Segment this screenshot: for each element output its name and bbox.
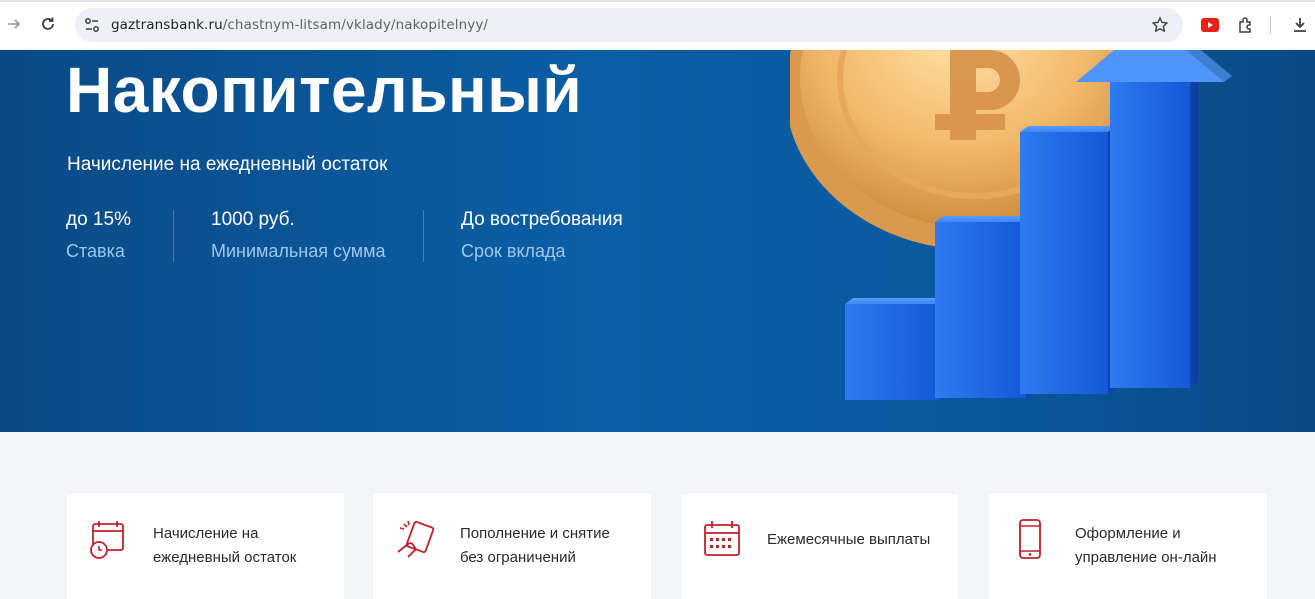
feature-card-daily-interest: Начисление на ежедневный остаток xyxy=(67,494,344,599)
address-bar[interactable]: gaztransbank.ru/chastnym-litsam/vklady/n… xyxy=(75,8,1183,42)
browser-toolbar: gaztransbank.ru/chastnym-litsam/vklady/n… xyxy=(0,0,1315,51)
stat-term-value: До востребования xyxy=(461,209,623,230)
feature-text: Ежемесячные выплаты xyxy=(767,528,947,552)
hero-subtitle: Начисление на ежедневный остаток xyxy=(67,154,388,175)
feature-line: без ограничений xyxy=(460,549,576,566)
puzzle-icon xyxy=(1239,17,1251,33)
growth-bar xyxy=(845,298,948,400)
url-path: /chastnym-litsam/vklady/nakopitelnyy/ xyxy=(222,17,489,33)
reload-button[interactable] xyxy=(34,10,62,38)
feature-card-online: Оформление и управление он-лайн xyxy=(989,494,1266,599)
feature-card-deposit-withdraw: Пополнение и снятие без ограничений xyxy=(374,494,651,599)
feature-text: Начисление на ежедневный остаток xyxy=(153,522,333,570)
stat-min-amount-label: Минимальная сумма xyxy=(211,241,386,261)
feature-line: Ежемесячные выплаты xyxy=(767,531,931,548)
feature-text: Оформление и управление он-лайн xyxy=(1075,522,1255,570)
stat-term: До востребования Срок вклада xyxy=(461,208,623,264)
calendar-clock-icon xyxy=(90,521,124,559)
youtube-icon xyxy=(1201,18,1219,32)
stat-rate-value: до 15% xyxy=(66,209,131,230)
arrow-right-icon xyxy=(8,19,21,29)
youtube-extension-button[interactable] xyxy=(1198,13,1222,37)
url-text[interactable]: gaztransbank.ru/chastnym-litsam/vklady/n… xyxy=(111,17,488,33)
reload-icon xyxy=(42,17,54,30)
growth-bar xyxy=(1020,126,1116,394)
downloads-button[interactable] xyxy=(1288,13,1312,37)
feature-text: Пополнение и снятие без ограничений xyxy=(460,522,640,570)
growth-bar xyxy=(935,216,1034,398)
calendar-icon xyxy=(704,521,740,556)
hand-card-icon xyxy=(397,520,435,558)
stat-rate-label: Ставка xyxy=(66,241,125,261)
site-settings-icon[interactable] xyxy=(83,16,101,34)
feature-line: Оформление и xyxy=(1075,525,1181,542)
page-title: Накопительный xyxy=(66,54,583,126)
stat-divider xyxy=(173,210,174,262)
feature-line: Пополнение и снятие xyxy=(460,525,610,542)
extensions-button[interactable] xyxy=(1234,13,1258,37)
forward-button[interactable] xyxy=(0,10,28,38)
download-icon xyxy=(1294,18,1306,32)
feature-line: Начисление на xyxy=(153,525,259,542)
feature-line: ежедневный остаток xyxy=(153,549,297,566)
feature-card-monthly-payments: Ежемесячные выплаты xyxy=(681,494,958,599)
stat-divider xyxy=(423,210,424,262)
stat-term-label: Срок вклада xyxy=(461,241,566,261)
stat-min-amount: 1000 руб. Минимальная сумма xyxy=(211,208,386,264)
smartphone-icon xyxy=(1019,519,1041,559)
hero-banner: Накопительный Начисление на ежедневный о… xyxy=(0,50,1315,432)
stat-min-amount-value: 1000 руб. xyxy=(211,209,295,230)
toolbar-divider xyxy=(1270,16,1271,34)
tab-strip-edge xyxy=(0,0,1315,2)
coin-growth-illustration xyxy=(790,50,1232,400)
bookmark-star-icon[interactable] xyxy=(1151,16,1169,34)
stat-rate: до 15% Ставка xyxy=(66,208,131,264)
url-host: gaztransbank.ru xyxy=(111,17,223,33)
feature-line: управление он-лайн xyxy=(1075,549,1217,566)
